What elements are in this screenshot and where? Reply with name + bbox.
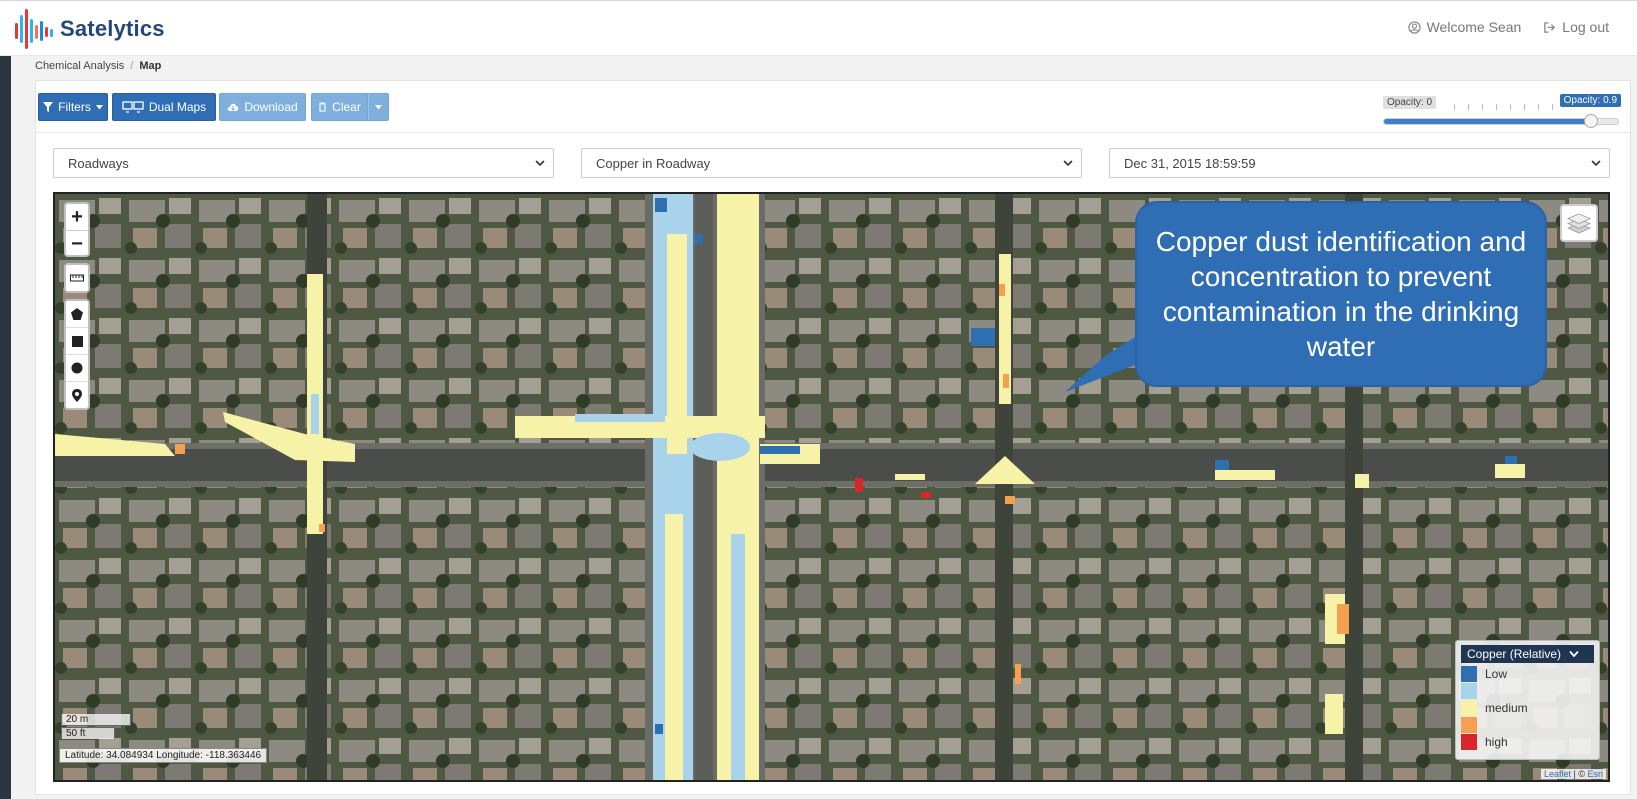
- legend-swatch: [1461, 683, 1477, 699]
- circle-icon: [71, 362, 83, 374]
- scale-metric: 20 m: [61, 714, 131, 726]
- breadcrumb-parent[interactable]: Chemical Analysis: [35, 60, 124, 72]
- map-attribution: Leaflet | © Esri: [1540, 769, 1606, 779]
- opacity-slider[interactable]: Opacity: 0 Opacity: 0.9: [1383, 94, 1623, 128]
- cloud-download-icon: [228, 103, 239, 111]
- measure-button[interactable]: [66, 265, 88, 291]
- cursor-coordinates: Latitude: 34.084934 Longitude: -118.3634…: [59, 748, 268, 763]
- legend-label: Low: [1485, 667, 1508, 681]
- sign-out-icon: [1544, 21, 1556, 33]
- welcome-user[interactable]: Welcome Sean: [1407, 19, 1522, 35]
- draw-polygon-button[interactable]: [66, 301, 88, 327]
- clear-dropdown-toggle[interactable]: [368, 93, 389, 121]
- filter-icon: [43, 102, 54, 112]
- date-select-value: Dec 31, 2015 18:59:59: [1124, 155, 1256, 171]
- app-name: Satelytics: [60, 16, 165, 41]
- date-select[interactable]: Dec 31, 2015 18:59:59: [1109, 148, 1610, 178]
- chevron-down-icon: [1591, 160, 1601, 167]
- info-callout: Copper dust identification and concentra…: [1135, 201, 1547, 387]
- zoom-control: + −: [64, 202, 90, 257]
- layers-icon: [1567, 213, 1591, 234]
- download-button[interactable]: Download: [219, 93, 306, 121]
- legend-header[interactable]: Copper (Relative): [1461, 645, 1594, 663]
- filters-button[interactable]: Filters: [38, 93, 108, 121]
- breadcrumb: Chemical Analysis / Map: [35, 60, 161, 72]
- chevron-down-icon: [1569, 650, 1579, 658]
- zoom-in-button[interactable]: +: [66, 204, 88, 230]
- ruler-icon: [70, 274, 84, 282]
- legend-item-low-medium: [1461, 683, 1477, 699]
- layers-button[interactable]: [1560, 204, 1598, 242]
- analysis-select[interactable]: Copper in Roadway: [581, 148, 1082, 178]
- layer-select[interactable]: Roadways: [53, 148, 554, 178]
- attribution-separator: | ©: [1573, 769, 1585, 779]
- legend-item-medium: medium: [1461, 700, 1528, 716]
- chevron-down-icon: [1063, 160, 1073, 167]
- opacity-track[interactable]: [1383, 114, 1619, 128]
- esri-link[interactable]: Esri: [1588, 769, 1604, 779]
- left-sidebar-strip: [0, 56, 11, 799]
- caret-down-icon: [95, 104, 103, 109]
- opacity-handle[interactable]: [1584, 114, 1598, 128]
- satelytics-logo-icon: [15, 9, 53, 49]
- draw-control: [64, 299, 90, 410]
- opacity-fill: [1384, 119, 1593, 124]
- legend-swatch: [1461, 717, 1477, 733]
- logout-link[interactable]: Log out: [1543, 19, 1609, 35]
- zoom-out-button[interactable]: −: [66, 230, 88, 257]
- chevron-down-icon: [535, 160, 545, 167]
- draw-circle-button[interactable]: [66, 354, 88, 381]
- app-logo[interactable]: Satelytics: [14, 9, 165, 49]
- legend-swatch: [1461, 666, 1477, 682]
- breadcrumb-current: Map: [139, 60, 162, 72]
- opacity-current-label: Opacity: 0.9: [1559, 94, 1621, 107]
- map-scale: 20 m 50 ft: [61, 714, 131, 739]
- layer-select-value: Roadways: [68, 155, 129, 171]
- scale-imperial: 50 ft: [61, 727, 115, 739]
- clear-button[interactable]: Clear: [311, 93, 368, 121]
- welcome-text: Welcome Sean: [1426, 19, 1522, 35]
- legend-label: high: [1485, 735, 1508, 749]
- legend-item-low: Low: [1461, 666, 1507, 682]
- breadcrumb-separator: /: [130, 60, 134, 72]
- dual-maps-button[interactable]: Dual Maps: [112, 93, 216, 121]
- top-header: Satelytics Welcome Sean Log out: [0, 0, 1637, 56]
- analysis-select-value: Copper in Roadway: [596, 155, 711, 171]
- opacity-ticks: [1453, 104, 1564, 112]
- legend-label: medium: [1485, 701, 1528, 715]
- legend-swatch: [1461, 700, 1477, 716]
- leaflet-link[interactable]: Leaflet: [1544, 769, 1571, 779]
- square-icon: [71, 335, 83, 347]
- measure-control: [64, 263, 90, 293]
- download-label: Download: [244, 100, 298, 114]
- legend-swatch: [1461, 734, 1477, 750]
- clear-label: Clear: [332, 100, 361, 114]
- opacity-min-label: Opacity: 0: [1383, 96, 1437, 109]
- legend-item-medium-high: [1461, 717, 1477, 733]
- trash-icon: [319, 102, 327, 112]
- filters-label: Filters: [58, 100, 91, 114]
- toolbar-divider: [35, 132, 1631, 133]
- draw-marker-button[interactable]: [66, 381, 88, 408]
- draw-rectangle-button[interactable]: [66, 327, 88, 354]
- map-view[interactable]: + − Copper dust identification and conce…: [53, 192, 1610, 782]
- legend-item-high: high: [1461, 734, 1508, 750]
- user-circle-icon: [1407, 20, 1421, 34]
- caret-down-icon: [375, 104, 382, 109]
- dual-monitor-icon: [122, 101, 144, 113]
- legend-title: Copper (Relative): [1467, 647, 1562, 661]
- polygon-icon: [71, 308, 83, 320]
- dual-maps-label: Dual Maps: [148, 100, 207, 114]
- logout-text: Log out: [1562, 19, 1609, 35]
- map-legend: Copper (Relative) Low medium high: [1455, 640, 1600, 760]
- map-marker-icon: [72, 388, 82, 402]
